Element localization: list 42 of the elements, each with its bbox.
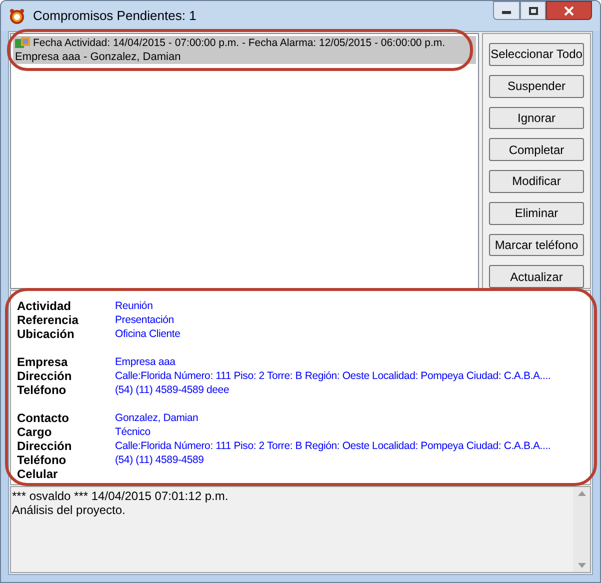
detail-label: Dirección: [17, 439, 73, 453]
detail-value: Calle:Florida Número: 111 Piso: 2 Torre: B Región: Oeste Localidad: Pompeya Ciudad: C.A.B.A....: [115, 439, 551, 453]
detail-value: (54) (11) 4589-4589: [115, 453, 204, 467]
close-icon: [564, 6, 574, 16]
detail-label: Ubicación: [17, 327, 76, 341]
detail-label: Referencia: [17, 313, 80, 327]
action-button[interactable]: Actualizar: [489, 265, 584, 288]
action-button[interactable]: Modificar: [489, 170, 584, 193]
action-button[interactable]: Suspender: [489, 74, 584, 98]
action-button[interactable]: Eliminar: [489, 202, 584, 224]
window-title: Compromisos Pendientes: 1: [33, 7, 198, 26]
action-button[interactable]: Ignorar: [489, 106, 584, 130]
action-button[interactable]: Completar: [489, 138, 584, 161]
calendar-icon: [15, 37, 31, 49]
detail-label: Teléfono: [17, 453, 68, 467]
detail-value: Presentación: [115, 313, 174, 327]
alarm-company-contact: Empresa aaa - Gonzalez, Damian: [15, 50, 182, 64]
detail-value: Técnico: [115, 425, 150, 439]
maximize-button[interactable]: [520, 1, 546, 20]
notes-field[interactable]: *** osvaldo *** 14/04/2015 07:01:12 p.m. Análisis del proyecto.: [10, 486, 591, 573]
action-button[interactable]: Seleccionar Todo: [489, 43, 584, 66]
alarm-clock-icon: [9, 8, 25, 24]
note-line: *** osvaldo *** 14/04/2015 07:01:12 p.m.: [12, 489, 230, 503]
detail-value: Gonzalez, Damian: [115, 411, 198, 425]
alarm-list-item[interactable]: Fecha Actividad: 14/04/2015 - 07:00:00 p.m. - Fecha Alarma: 12/05/2015 - 06:00:00 p.m. Empresa aaa - Gonzalez, Damian: [13, 36, 476, 64]
detail-value: Oficina Cliente: [115, 327, 180, 341]
detail-label: Teléfono: [17, 383, 68, 397]
detail-value: Empresa aaa: [115, 355, 176, 369]
detail-label: Contacto: [17, 411, 70, 425]
detail-label: Cargo: [17, 425, 53, 439]
detail-label: Empresa: [17, 355, 69, 369]
detail-value: (54) (11) 4589-4589 deee: [115, 383, 230, 397]
minimize-button[interactable]: [493, 1, 520, 20]
close-button[interactable]: [546, 1, 592, 20]
detail-label: Dirección: [17, 369, 73, 383]
detail-label: Actividad: [17, 299, 72, 313]
alarm-dates: Fecha Actividad: 14/04/2015 - 07:00:00 p.m. - Fecha Alarma: 12/05/2015 - 06:00:00 p.m.: [33, 36, 446, 50]
action-button[interactable]: Marcar teléfono: [489, 234, 584, 256]
detail-value: Reunión: [115, 299, 153, 313]
note-line: Análisis del proyecto.: [12, 503, 126, 517]
detail-label: Celular: [17, 467, 59, 481]
detail-value: Calle:Florida Número: 111 Piso: 2 Torre: B Región: Oeste Localidad: Pompeya Ciudad: C.A.B.A....: [115, 369, 551, 383]
